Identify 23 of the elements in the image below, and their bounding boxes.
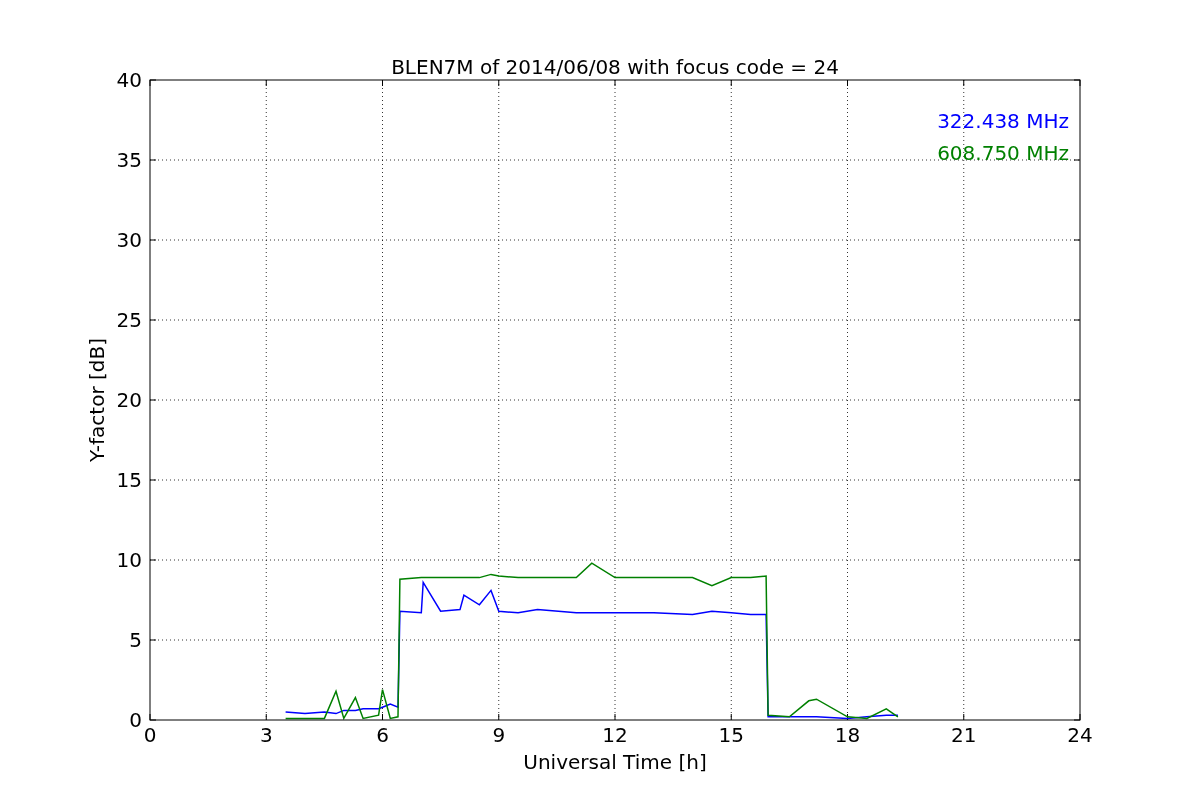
legend-label: 322.438 MHz <box>937 109 1069 133</box>
x-tick-label: 3 <box>259 723 273 747</box>
y-tick-label: 5 <box>129 628 142 652</box>
y-tick-label: 35 <box>116 148 142 172</box>
legend-label: 608.750 MHz <box>937 141 1069 165</box>
y-tick-label: 25 <box>116 308 142 332</box>
x-axis-label: Universal Time [h] <box>523 750 707 774</box>
y-tick-label: 20 <box>116 388 142 412</box>
x-tick-label: 24 <box>1067 723 1093 747</box>
x-tick-label: 0 <box>143 723 157 747</box>
y-tick-label: 10 <box>116 548 142 572</box>
x-tick-label: 6 <box>376 723 389 747</box>
x-tick-label: 15 <box>718 723 744 747</box>
x-tick-label: 18 <box>834 723 861 747</box>
chart-title: BLEN7M of 2014/06/08 with focus code = 24 <box>391 55 839 79</box>
y-tick-label: 40 <box>116 68 142 92</box>
y-tick-label: 30 <box>116 228 142 252</box>
x-tick-label: 21 <box>951 723 977 747</box>
y-axis-label: Y-factor [dB] <box>85 338 109 462</box>
x-tick-label: 12 <box>602 723 628 747</box>
y-tick-label: 15 <box>116 468 142 492</box>
x-tick-label: 9 <box>492 723 506 747</box>
y-tick-label: 0 <box>129 708 142 732</box>
